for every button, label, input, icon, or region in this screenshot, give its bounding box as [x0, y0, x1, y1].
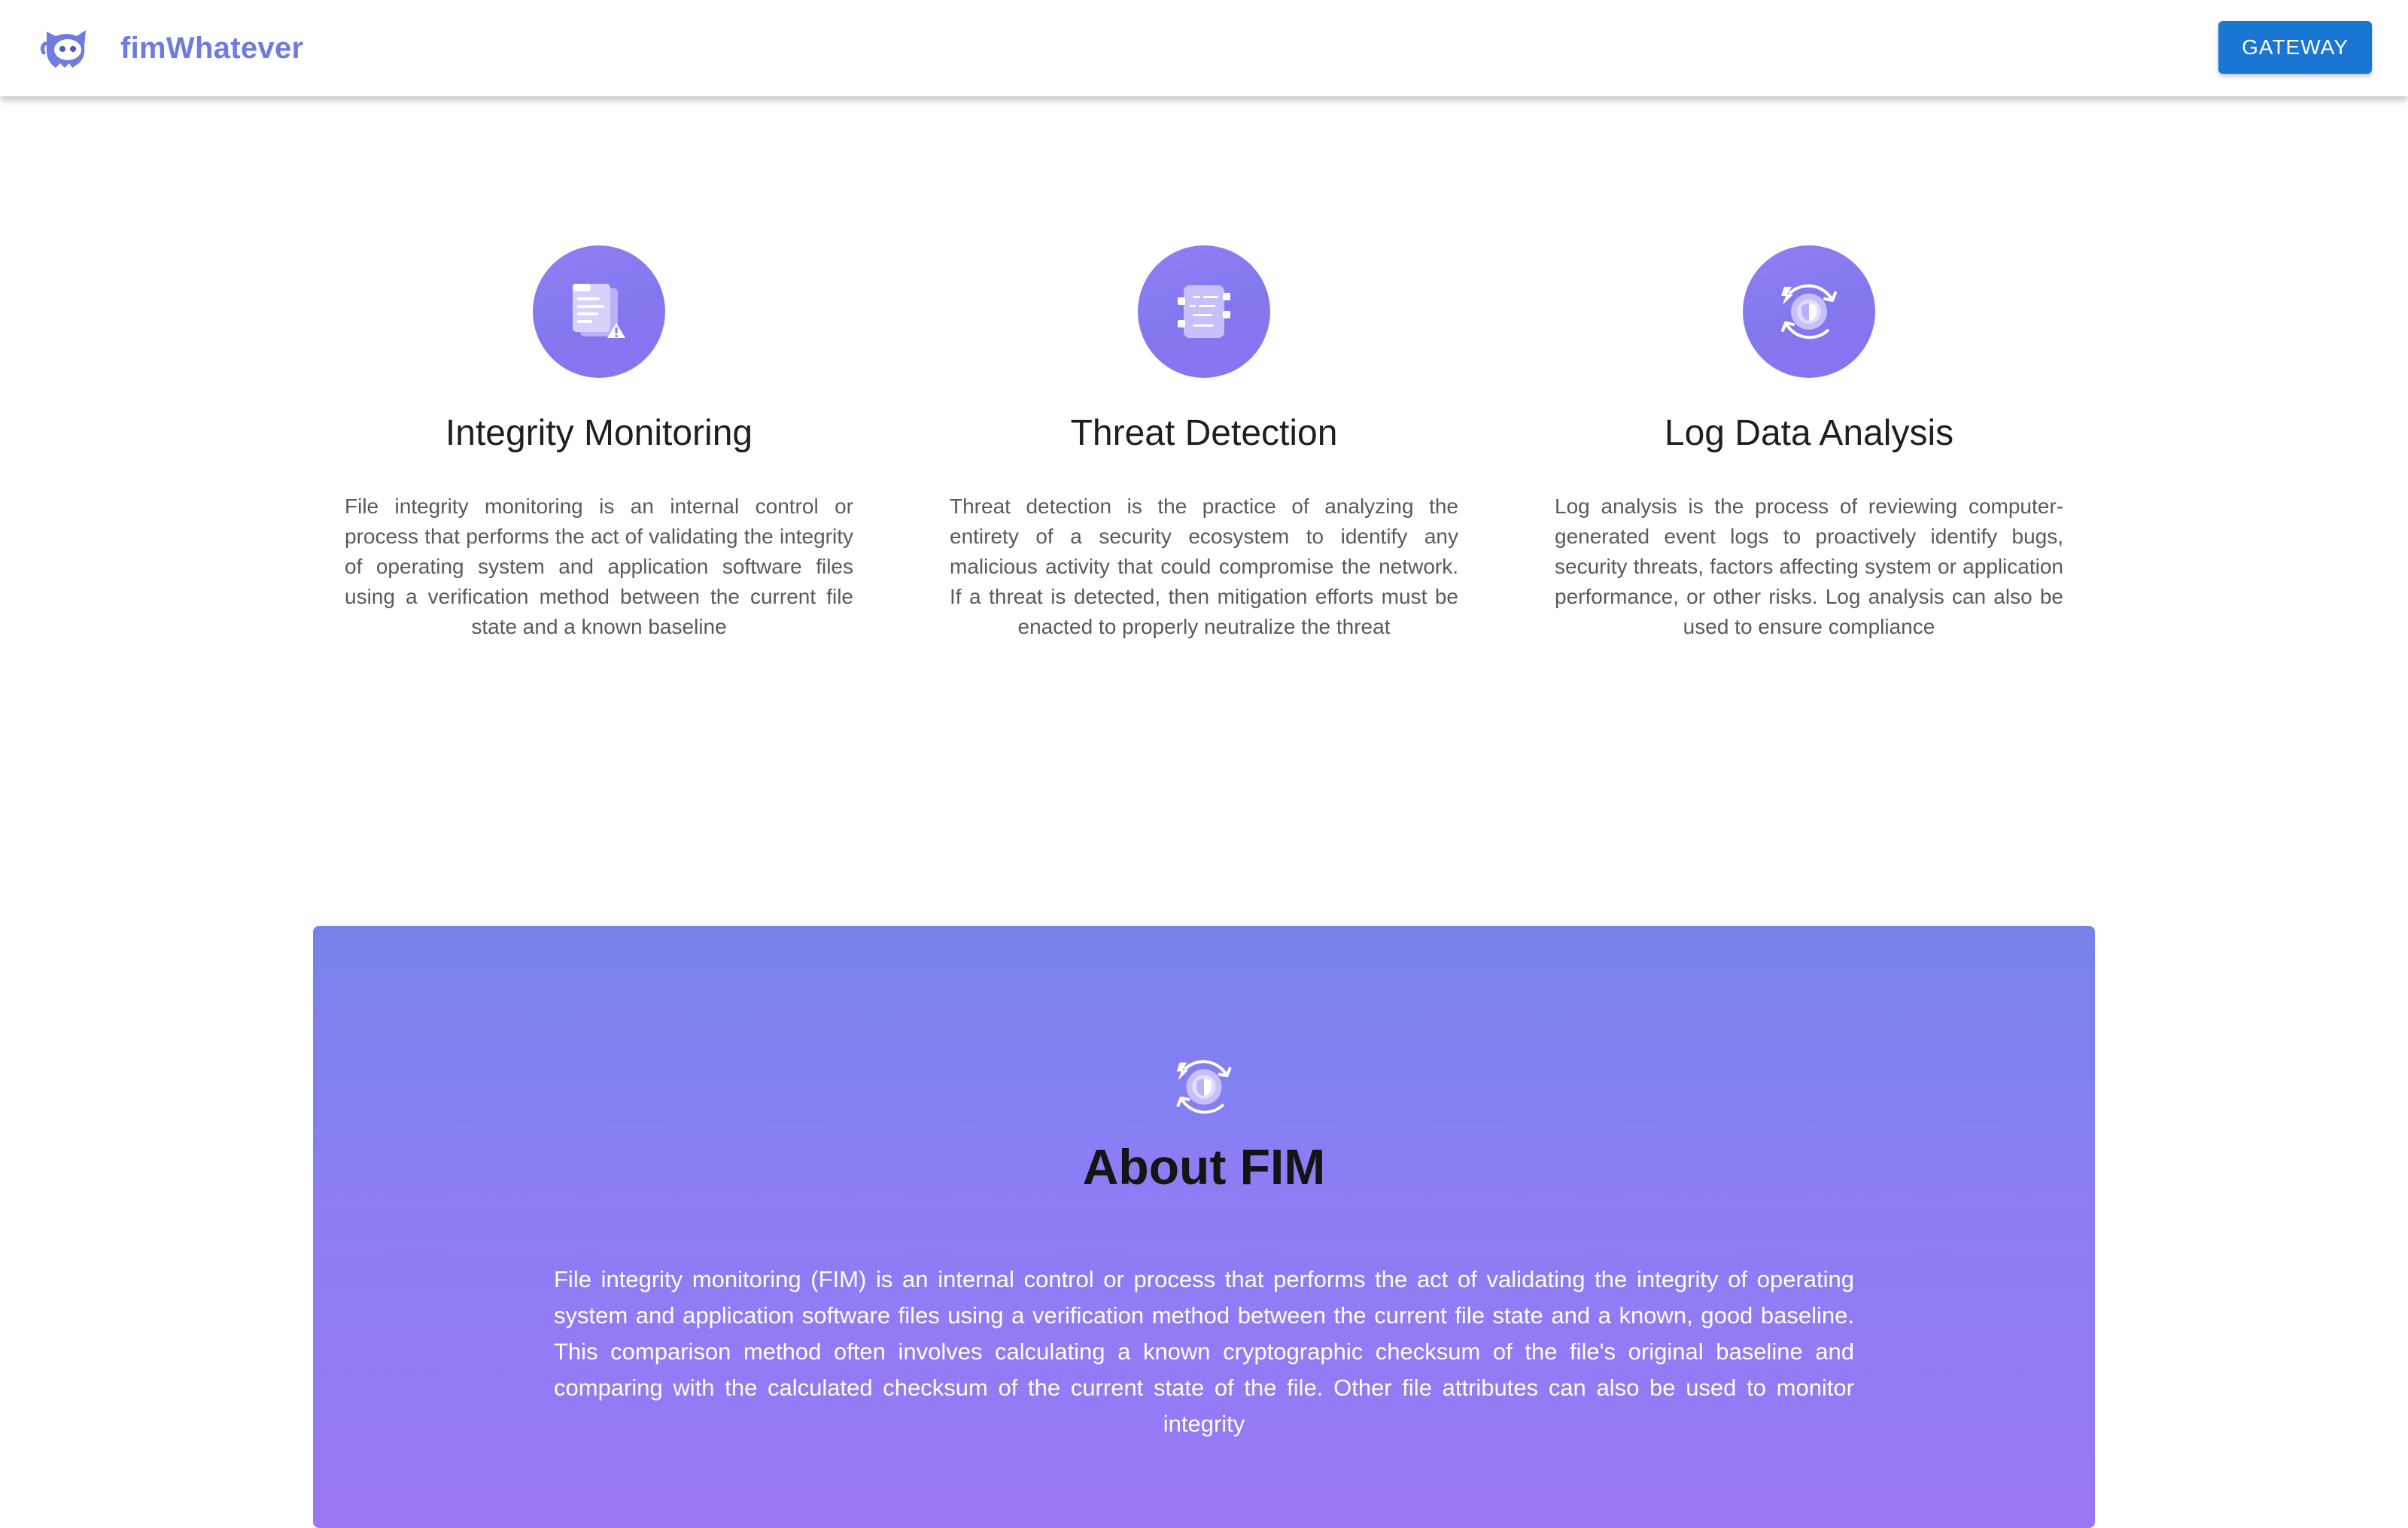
feature-description: File integrity monitoring is an internal…: [345, 495, 853, 638]
feature-description: Threat detection is the practice of anal…: [950, 495, 1458, 638]
feature-log-data-analysis: Log Data Analysis Log analysis is the pr…: [1555, 245, 2063, 642]
checklist-icon: [1138, 245, 1270, 378]
feature-description: Log analysis is the process of reviewing…: [1555, 495, 2063, 638]
brand[interactable]: fimWhatever: [39, 21, 303, 75]
document-warning-icon: [533, 245, 665, 378]
feature-title: Threat Detection: [1070, 413, 1338, 453]
feature-threat-detection: Threat Detection Threat detection is the…: [950, 245, 1458, 642]
shield-refresh-icon: [1743, 245, 1875, 378]
feature-title: Log Data Analysis: [1664, 413, 1954, 453]
feature-title: Integrity Monitoring: [445, 413, 753, 453]
about-title: About FIM: [1082, 1139, 1326, 1195]
about-text: File integrity monitoring (FIM) is an in…: [554, 1266, 1854, 1437]
feature-integrity-monitoring: Integrity Monitoring File integrity moni…: [345, 245, 853, 642]
about-section: About FIM File integrity monitoring (FIM…: [313, 926, 2095, 1528]
gateway-button[interactable]: GATEWAY: [2218, 21, 2372, 74]
ghost-logo-icon: [40, 30, 86, 68]
app-bar: fimWhatever GATEWAY: [0, 0, 2408, 96]
shield-refresh-icon: [1176, 1060, 1232, 1114]
brand-name: fimWhatever: [120, 31, 304, 65]
